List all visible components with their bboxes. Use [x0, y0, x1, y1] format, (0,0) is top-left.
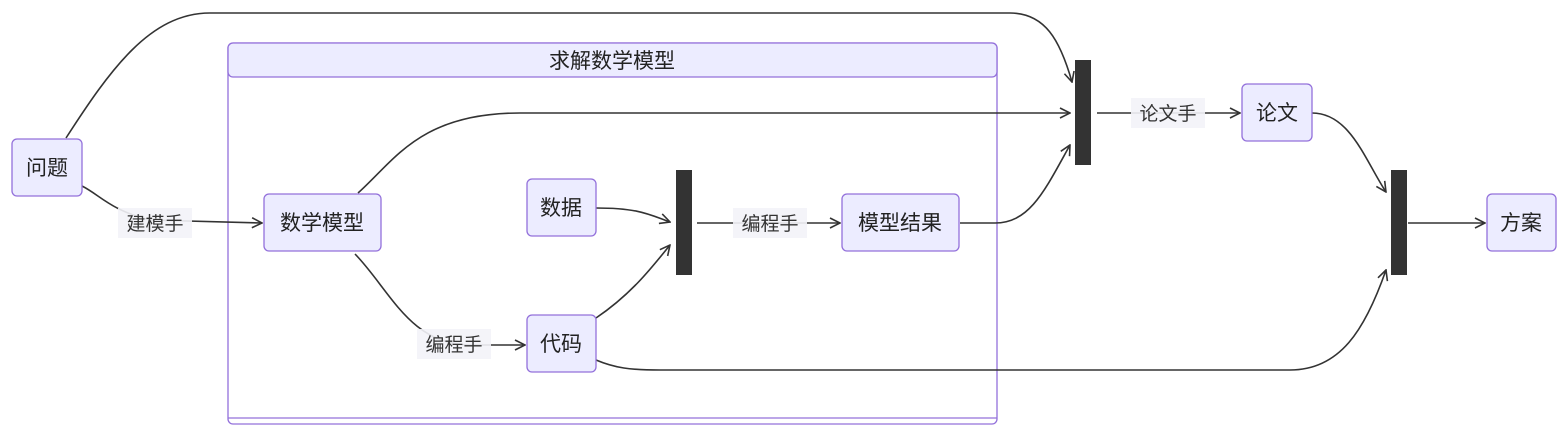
edge-label-programmer-result: 编程手 — [741, 213, 798, 235]
edge-label-programmer-code: 编程手 — [425, 334, 482, 356]
join-bar-3 — [1391, 170, 1407, 275]
node-label-data: 数据 — [540, 196, 582, 220]
flow-diagram: 求解数学模型 建模手 编程手 编程手 论文手 问题 数学模型 数据 代码 模型结… — [11, 12, 1557, 425]
node-label-paper: 论文 — [1256, 101, 1298, 125]
node-label-model-result: 模型结果 — [858, 211, 942, 235]
node-label-code: 代码 — [540, 332, 582, 356]
node-model-result[interactable]: 模型结果 — [841, 193, 960, 252]
node-label-plan: 方案 — [1500, 211, 1542, 235]
node-label-problem: 问题 — [26, 156, 68, 180]
node-problem[interactable]: 问题 — [11, 138, 83, 197]
node-data[interactable]: 数据 — [526, 178, 597, 237]
node-plan[interactable]: 方案 — [1486, 193, 1557, 252]
edge-label-writer: 论文手 — [1139, 103, 1196, 125]
subgraph-title: 求解数学模型 — [549, 49, 675, 73]
edge-paper-to-join3 — [1311, 112, 1386, 192]
edge-label-modeler: 建模手 — [126, 213, 183, 235]
join-bar-2 — [1075, 60, 1091, 165]
node-paper[interactable]: 论文 — [1241, 83, 1313, 142]
join-bar-1 — [676, 170, 692, 275]
node-math-model[interactable]: 数学模型 — [263, 193, 382, 252]
node-code[interactable]: 代码 — [526, 314, 597, 373]
node-label-math-model: 数学模型 — [280, 211, 364, 235]
